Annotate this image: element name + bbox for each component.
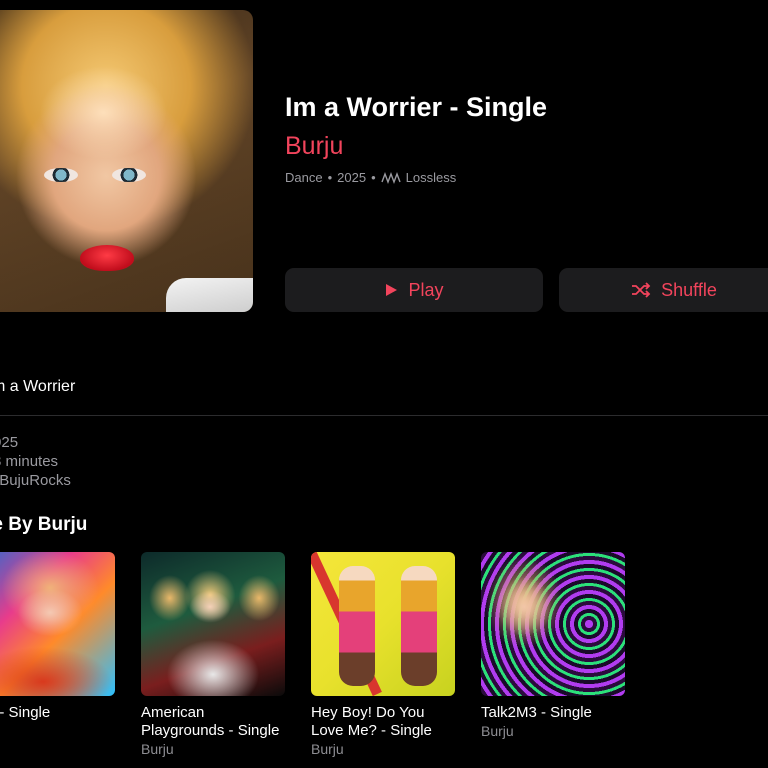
card-artwork[interactable] xyxy=(481,552,625,696)
artwork-detail xyxy=(44,168,78,182)
album-card[interactable]: American Playgrounds - Single Burju xyxy=(141,552,285,758)
card-title[interactable]: tino - Single xyxy=(0,704,115,722)
shuffle-icon xyxy=(632,282,651,298)
album-card[interactable]: Talk2M3 - Single Burju xyxy=(481,552,625,740)
card-artist[interactable]: Burju xyxy=(481,722,625,740)
track-count-duration: ng, 3 minutes xyxy=(0,453,59,470)
shuffle-button[interactable]: Shuffle xyxy=(559,268,768,312)
meta-separator: • xyxy=(371,170,376,185)
card-artist[interactable]: Burju xyxy=(141,740,285,758)
artwork-detail xyxy=(339,566,375,686)
album-card[interactable]: tino - Single u xyxy=(0,552,115,740)
artwork-detail xyxy=(166,278,253,312)
card-artwork[interactable] xyxy=(311,552,455,696)
artwork-detail xyxy=(401,566,437,686)
album-card[interactable]: Hey Boy! Do You Love Me? - Single Burju xyxy=(311,552,455,758)
artwork-detail xyxy=(112,168,146,182)
genre-label: Dance xyxy=(285,170,323,185)
album-meta: Dance • 2025 • Lossless xyxy=(285,170,456,185)
card-title[interactable]: Talk2M3 - Single xyxy=(481,704,625,722)
track-row[interactable]: m a Worrier xyxy=(0,378,75,396)
meta-separator: • xyxy=(327,170,333,185)
release-date: 5, 2025 xyxy=(0,434,19,451)
artwork-detail xyxy=(80,245,134,271)
artist-link[interactable]: Burju xyxy=(285,132,343,161)
card-title[interactable]: American Playgrounds - Single xyxy=(141,704,285,740)
album-title: Im a Worrier - Single xyxy=(285,92,548,122)
card-artwork[interactable] xyxy=(0,552,115,696)
more-by-heading[interactable]: re By Burju xyxy=(0,514,87,536)
play-icon xyxy=(386,284,398,296)
card-artist[interactable]: u xyxy=(0,722,115,740)
year-label: 2025 xyxy=(337,170,367,185)
shuffle-button-label: Shuffle xyxy=(661,279,717,300)
card-artist[interactable]: Burju xyxy=(311,740,455,758)
copyright: 025 BujuRocks xyxy=(0,472,71,489)
quality-label: Lossless xyxy=(405,170,457,185)
play-button[interactable]: Play xyxy=(285,268,543,312)
play-button-label: Play xyxy=(408,279,444,300)
album-artwork[interactable] xyxy=(0,10,253,312)
card-artwork[interactable] xyxy=(141,552,285,696)
card-title[interactable]: Hey Boy! Do You Love Me? - Single xyxy=(311,704,455,740)
divider xyxy=(0,415,768,416)
lossless-icon xyxy=(380,171,401,184)
